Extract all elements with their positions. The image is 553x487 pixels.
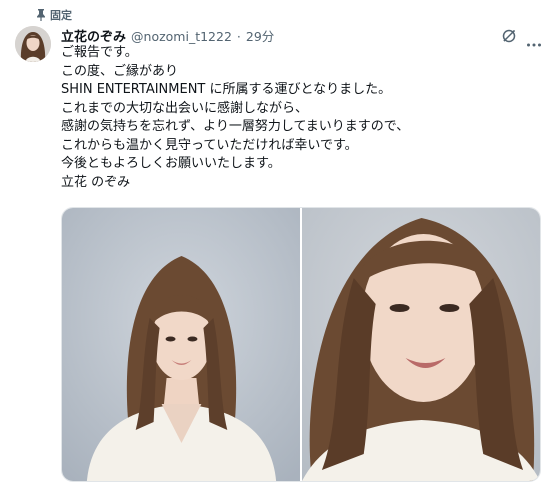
timestamp[interactable]: 29分 [246, 26, 274, 45]
handle[interactable]: @nozomi_t1222 [131, 29, 232, 44]
tweet-text: ご報告です。 この度、ご縁があり SHIN ENTERTAINMENT に所属す… [61, 44, 541, 192]
media-grid [61, 207, 541, 482]
separator: · [236, 29, 241, 44]
tweet-line: 今後ともよろしくお願いいたします。 [61, 156, 281, 171]
tweet-line: ご報告です。 [61, 45, 138, 60]
display-name[interactable]: 立花のぞみ [61, 26, 126, 45]
grok-icon[interactable] [501, 28, 517, 44]
more-icon[interactable] [526, 33, 542, 47]
avatar[interactable] [15, 26, 51, 62]
tweet-line: これからも温かく見守っていただければ幸いです。 [61, 137, 358, 153]
tweet-line: この度、ご縁があり [61, 63, 179, 79]
tweet-line: これまでの大切な出会いに感謝しながら、 [61, 100, 309, 116]
tweet-line: SHIN ENTERTAINMENT に所属する運びとなりました。 [61, 82, 392, 97]
pinned-indicator: 固定 [36, 7, 72, 23]
photo-left[interactable] [62, 208, 300, 481]
tweet[interactable]: 固定 立花のぞみ @nozomi_t1222 · 29分 ご報告です。 この度、… [0, 0, 553, 487]
tweet-line: 感謝の気持ちを忘れず、より一層努力してまいりますので、 [61, 119, 410, 134]
tweet-header: 立花のぞみ @nozomi_t1222 · 29分 [61, 26, 274, 45]
pin-icon [36, 9, 46, 21]
tweet-line: 立花 のぞみ [61, 174, 131, 190]
pinned-label: 固定 [50, 9, 72, 22]
photo-right[interactable] [302, 208, 540, 481]
